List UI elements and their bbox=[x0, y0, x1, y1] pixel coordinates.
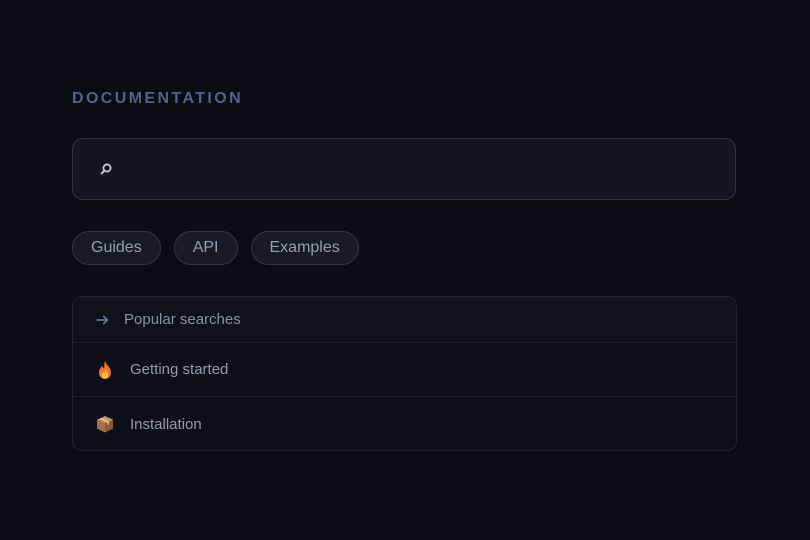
chip-api[interactable]: API bbox=[173, 231, 238, 265]
section-title: DOCUMENTATION bbox=[72, 90, 244, 107]
search-input[interactable] bbox=[114, 139, 735, 199]
result-item-label: Getting started bbox=[130, 361, 229, 378]
result-item-installation[interactable]: Installation bbox=[73, 397, 736, 450]
popular-searches-header: Popular searches bbox=[73, 297, 736, 343]
result-item-label: Installation bbox=[130, 415, 202, 433]
fire-icon bbox=[94, 359, 116, 381]
search-icon bbox=[98, 161, 114, 177]
search-box[interactable] bbox=[72, 138, 736, 200]
chip-examples[interactable]: Examples bbox=[250, 231, 359, 265]
result-item-getting-started[interactable]: Getting started bbox=[73, 343, 736, 397]
docs-search-page: DOCUMENTATION Guides API Examples Popula… bbox=[0, 0, 810, 540]
arrow-right-icon bbox=[95, 313, 109, 327]
chip-guides[interactable]: Guides bbox=[72, 231, 161, 265]
filter-chips: Guides API Examples bbox=[72, 231, 359, 265]
popular-searches-label: Popular searches bbox=[124, 311, 241, 328]
search-results-panel: Popular searches Getting started Install… bbox=[72, 296, 737, 451]
package-icon bbox=[94, 413, 116, 435]
